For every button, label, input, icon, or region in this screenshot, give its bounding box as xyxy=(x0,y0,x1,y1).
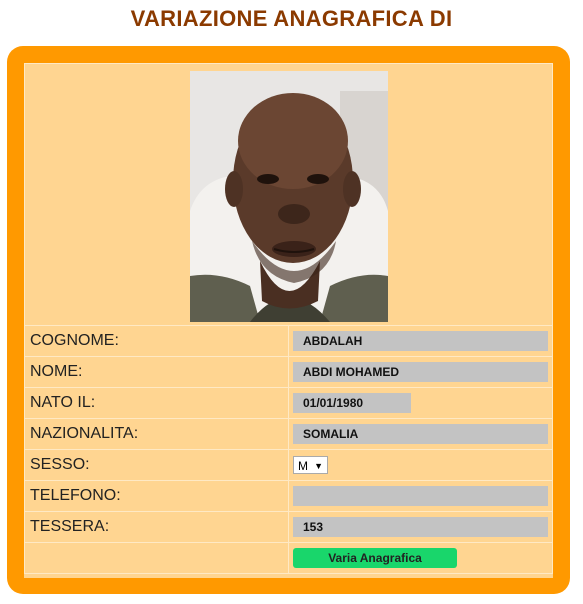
telefono-field[interactable] xyxy=(293,486,548,506)
nazionalita-field[interactable]: SOMALIA xyxy=(293,424,548,444)
photo-cell xyxy=(24,63,553,326)
tessera-field[interactable]: 153 xyxy=(293,517,548,537)
nome-cell: ABDI MOHAMED xyxy=(288,356,553,388)
row-nazionalita: NAZIONALITA: SOMALIA xyxy=(24,418,553,450)
row-tessera: TESSERA: 153 xyxy=(24,511,553,543)
row-sesso: SESSO: M ▼ xyxy=(24,449,553,481)
sesso-cell: M ▼ xyxy=(288,449,553,481)
nazionalita-label: NAZIONALITA: xyxy=(24,418,289,450)
chevron-down-icon: ▼ xyxy=(314,460,323,471)
telefono-cell xyxy=(288,480,553,512)
form-frame: COGNOME: ABDALAH NOME: ABDI MOHAMED NATO… xyxy=(7,46,570,594)
photo-image xyxy=(189,70,388,322)
submit-cell: Varia Anagrafica xyxy=(288,542,553,574)
page-title: VARIAZIONE ANAGRAFICA DI xyxy=(130,6,453,31)
cognome-field[interactable]: ABDALAH xyxy=(293,331,548,351)
row-cognome: COGNOME: ABDALAH xyxy=(24,325,553,357)
telefono-label: TELEFONO: xyxy=(24,480,289,512)
row-telefono: TELEFONO: xyxy=(24,480,553,512)
tessera-label: TESSERA: xyxy=(24,511,289,543)
nome-field[interactable]: ABDI MOHAMED xyxy=(293,362,548,382)
nato-il-label: NATO IL: xyxy=(24,387,289,419)
tessera-cell: 153 xyxy=(288,511,553,543)
cognome-label: COGNOME: xyxy=(24,325,289,357)
nazionalita-cell: SOMALIA xyxy=(288,418,553,450)
row-nome: NOME: ABDI MOHAMED xyxy=(24,356,553,388)
nato-il-cell: 01/01/1980 xyxy=(288,387,553,419)
person-photo xyxy=(189,70,388,322)
row-nato-il: NATO IL: 01/01/1980 xyxy=(24,387,553,419)
nato-il-field[interactable]: 01/01/1980 xyxy=(293,393,411,413)
sesso-label: SESSO: xyxy=(24,449,289,481)
empty-cell xyxy=(24,542,289,574)
sesso-select[interactable]: M ▼ xyxy=(293,455,328,474)
varia-anagrafica-button[interactable]: Varia Anagrafica xyxy=(293,548,457,568)
sesso-selected-value: M xyxy=(298,458,308,473)
form-table: COGNOME: ABDALAH NOME: ABDI MOHAMED NATO… xyxy=(24,63,553,574)
form-panel: COGNOME: ABDALAH NOME: ABDI MOHAMED NATO… xyxy=(24,63,553,578)
row-submit: Varia Anagrafica xyxy=(24,542,553,574)
cognome-cell: ABDALAH xyxy=(288,325,553,357)
nome-label: NOME: xyxy=(24,356,289,388)
